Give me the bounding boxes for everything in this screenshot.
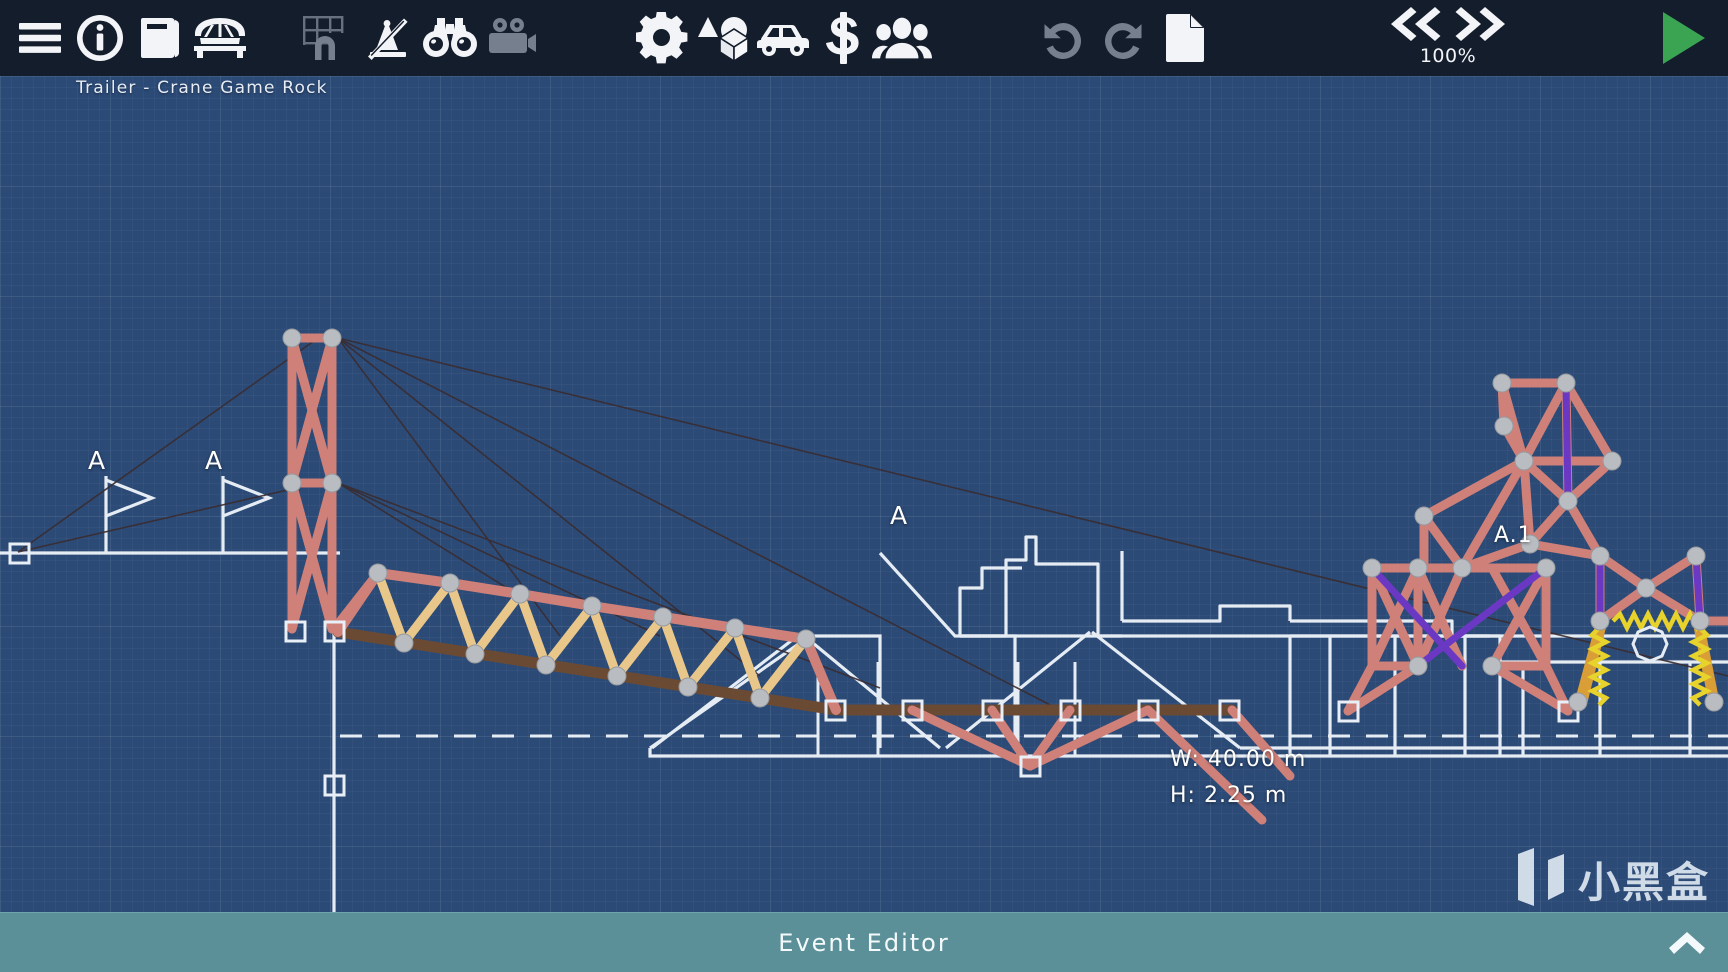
- slope-off-icon[interactable]: [358, 8, 418, 68]
- event-editor-bar[interactable]: Event Editor: [0, 912, 1728, 972]
- gear-icon[interactable]: [632, 8, 692, 68]
- guide-cables: [17, 337, 1728, 711]
- bridge-canvas[interactable]: [0, 76, 1728, 972]
- checkpoint-flag-1: [104, 476, 157, 553]
- double-chevron-right-icon[interactable]: [1453, 5, 1509, 47]
- poly-bridge-editor: 100% Trailer - Crane Game Rock A A A A.1…: [0, 0, 1728, 972]
- left-tower[interactable]: [287, 333, 836, 710]
- book-icon[interactable]: [130, 8, 190, 68]
- play-icon[interactable]: [1650, 4, 1716, 72]
- checkpoint-flag-2: [221, 476, 274, 553]
- budget-icon[interactable]: [814, 8, 874, 68]
- top-toolbar: 100%: [0, 0, 1728, 76]
- truck-silhouette: [958, 535, 1728, 638]
- grid-snap-icon[interactable]: [296, 8, 356, 68]
- undo-icon[interactable]: [1033, 8, 1093, 68]
- zoom-level-label: 100%: [1419, 45, 1477, 67]
- trailer-support-struts[interactable]: [907, 705, 1295, 825]
- redo-icon[interactable]: [1093, 8, 1153, 68]
- event-editor-label: Event Editor: [778, 928, 950, 957]
- vehicle-icon[interactable]: [752, 8, 812, 68]
- info-icon[interactable]: [70, 8, 130, 68]
- bridge-scene: [0, 328, 1728, 972]
- camera-icon[interactable]: [482, 8, 542, 68]
- level-title: Trailer - Crane Game Rock: [76, 78, 328, 98]
- people-icon[interactable]: [872, 8, 932, 68]
- bridge-icon[interactable]: [190, 8, 250, 68]
- zoom-control: 100%: [1388, 4, 1508, 74]
- new-file-icon[interactable]: [1155, 8, 1215, 68]
- double-chevron-left-icon[interactable]: [1387, 5, 1443, 47]
- rock-outline: [1631, 625, 1669, 663]
- menu-icon[interactable]: [10, 8, 70, 68]
- chevron-up-icon[interactable]: [1664, 923, 1710, 963]
- terrain-icon[interactable]: [692, 8, 752, 68]
- binoculars-icon[interactable]: [420, 8, 480, 68]
- terrain-outline: [0, 551, 1728, 972]
